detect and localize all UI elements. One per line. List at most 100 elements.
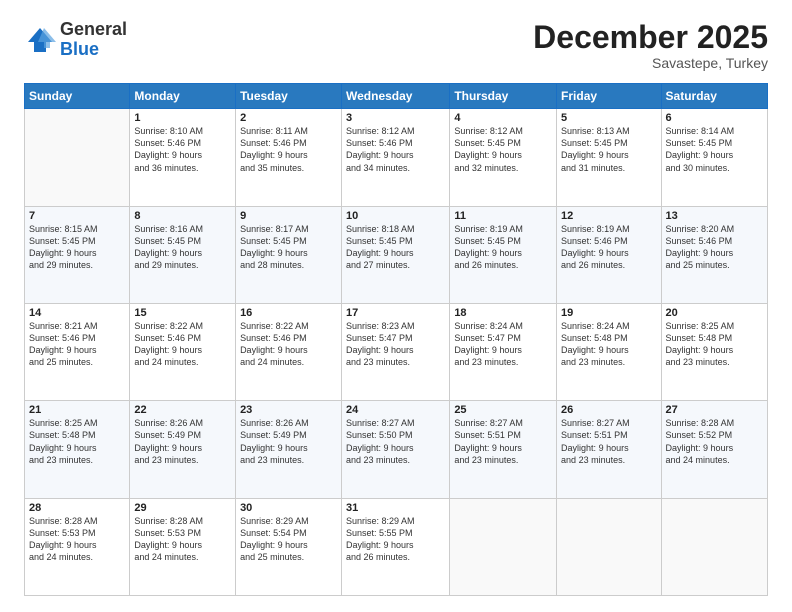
day-number: 28 (29, 502, 125, 514)
calendar-cell: 12Sunrise: 8:19 AM Sunset: 5:46 PM Dayli… (557, 206, 661, 303)
day-content: Sunrise: 8:27 AM Sunset: 5:51 PM Dayligh… (561, 417, 656, 466)
day-content: Sunrise: 8:26 AM Sunset: 5:49 PM Dayligh… (240, 417, 337, 466)
calendar-cell: 28Sunrise: 8:28 AM Sunset: 5:53 PM Dayli… (25, 498, 130, 595)
calendar-cell: 3Sunrise: 8:12 AM Sunset: 5:46 PM Daylig… (342, 109, 450, 206)
week-row-2: 14Sunrise: 8:21 AM Sunset: 5:46 PM Dayli… (25, 303, 768, 400)
week-row-3: 21Sunrise: 8:25 AM Sunset: 5:48 PM Dayli… (25, 401, 768, 498)
calendar-cell: 30Sunrise: 8:29 AM Sunset: 5:54 PM Dayli… (236, 498, 342, 595)
day-content: Sunrise: 8:28 AM Sunset: 5:53 PM Dayligh… (134, 515, 231, 564)
calendar-cell: 20Sunrise: 8:25 AM Sunset: 5:48 PM Dayli… (661, 303, 767, 400)
day-content: Sunrise: 8:27 AM Sunset: 5:50 PM Dayligh… (346, 417, 445, 466)
calendar-cell: 23Sunrise: 8:26 AM Sunset: 5:49 PM Dayli… (236, 401, 342, 498)
day-content: Sunrise: 8:25 AM Sunset: 5:48 PM Dayligh… (666, 320, 763, 369)
day-content: Sunrise: 8:13 AM Sunset: 5:45 PM Dayligh… (561, 125, 656, 174)
month-title: December 2025 (533, 20, 768, 55)
calendar-cell (661, 498, 767, 595)
day-content: Sunrise: 8:28 AM Sunset: 5:52 PM Dayligh… (666, 417, 763, 466)
day-number: 24 (346, 404, 445, 416)
day-number: 26 (561, 404, 656, 416)
day-content: Sunrise: 8:21 AM Sunset: 5:46 PM Dayligh… (29, 320, 125, 369)
calendar-cell: 22Sunrise: 8:26 AM Sunset: 5:49 PM Dayli… (130, 401, 236, 498)
calendar-cell (450, 498, 557, 595)
logo-blue: Blue (60, 40, 127, 60)
calendar-cell: 26Sunrise: 8:27 AM Sunset: 5:51 PM Dayli… (557, 401, 661, 498)
calendar-cell (557, 498, 661, 595)
calendar-cell: 2Sunrise: 8:11 AM Sunset: 5:46 PM Daylig… (236, 109, 342, 206)
day-content: Sunrise: 8:18 AM Sunset: 5:45 PM Dayligh… (346, 223, 445, 272)
day-number: 10 (346, 210, 445, 222)
day-number: 20 (666, 307, 763, 319)
day-content: Sunrise: 8:24 AM Sunset: 5:47 PM Dayligh… (454, 320, 552, 369)
day-content: Sunrise: 8:29 AM Sunset: 5:54 PM Dayligh… (240, 515, 337, 564)
day-number: 7 (29, 210, 125, 222)
calendar-cell: 11Sunrise: 8:19 AM Sunset: 5:45 PM Dayli… (450, 206, 557, 303)
day-content: Sunrise: 8:12 AM Sunset: 5:45 PM Dayligh… (454, 125, 552, 174)
day-number: 27 (666, 404, 763, 416)
day-number: 31 (346, 502, 445, 514)
calendar-cell: 14Sunrise: 8:21 AM Sunset: 5:46 PM Dayli… (25, 303, 130, 400)
day-number: 3 (346, 112, 445, 124)
calendar-cell: 1Sunrise: 8:10 AM Sunset: 5:46 PM Daylig… (130, 109, 236, 206)
day-content: Sunrise: 8:19 AM Sunset: 5:46 PM Dayligh… (561, 223, 656, 272)
col-wednesday: Wednesday (342, 84, 450, 109)
calendar-cell: 31Sunrise: 8:29 AM Sunset: 5:55 PM Dayli… (342, 498, 450, 595)
day-number: 4 (454, 112, 552, 124)
day-number: 13 (666, 210, 763, 222)
day-content: Sunrise: 8:16 AM Sunset: 5:45 PM Dayligh… (134, 223, 231, 272)
logo-general: General (60, 20, 127, 40)
calendar-cell: 21Sunrise: 8:25 AM Sunset: 5:48 PM Dayli… (25, 401, 130, 498)
day-number: 5 (561, 112, 656, 124)
day-number: 11 (454, 210, 552, 222)
calendar-cell: 9Sunrise: 8:17 AM Sunset: 5:45 PM Daylig… (236, 206, 342, 303)
day-number: 6 (666, 112, 763, 124)
day-content: Sunrise: 8:28 AM Sunset: 5:53 PM Dayligh… (29, 515, 125, 564)
calendar-cell: 6Sunrise: 8:14 AM Sunset: 5:45 PM Daylig… (661, 109, 767, 206)
calendar-cell: 19Sunrise: 8:24 AM Sunset: 5:48 PM Dayli… (557, 303, 661, 400)
calendar-cell: 24Sunrise: 8:27 AM Sunset: 5:50 PM Dayli… (342, 401, 450, 498)
calendar-cell (25, 109, 130, 206)
day-number: 16 (240, 307, 337, 319)
title-block: December 2025 Savastepe, Turkey (533, 20, 768, 71)
day-number: 2 (240, 112, 337, 124)
day-number: 8 (134, 210, 231, 222)
col-sunday: Sunday (25, 84, 130, 109)
week-row-4: 28Sunrise: 8:28 AM Sunset: 5:53 PM Dayli… (25, 498, 768, 595)
day-number: 21 (29, 404, 125, 416)
day-content: Sunrise: 8:29 AM Sunset: 5:55 PM Dayligh… (346, 515, 445, 564)
col-thursday: Thursday (450, 84, 557, 109)
calendar-cell: 25Sunrise: 8:27 AM Sunset: 5:51 PM Dayli… (450, 401, 557, 498)
logo-text: General Blue (60, 20, 127, 60)
day-number: 22 (134, 404, 231, 416)
calendar-cell: 10Sunrise: 8:18 AM Sunset: 5:45 PM Dayli… (342, 206, 450, 303)
calendar-cell: 8Sunrise: 8:16 AM Sunset: 5:45 PM Daylig… (130, 206, 236, 303)
day-content: Sunrise: 8:14 AM Sunset: 5:45 PM Dayligh… (666, 125, 763, 174)
day-number: 17 (346, 307, 445, 319)
logo-icon (24, 24, 56, 56)
day-number: 15 (134, 307, 231, 319)
col-saturday: Saturday (661, 84, 767, 109)
day-content: Sunrise: 8:25 AM Sunset: 5:48 PM Dayligh… (29, 417, 125, 466)
day-content: Sunrise: 8:12 AM Sunset: 5:46 PM Dayligh… (346, 125, 445, 174)
day-content: Sunrise: 8:19 AM Sunset: 5:45 PM Dayligh… (454, 223, 552, 272)
calendar-cell: 13Sunrise: 8:20 AM Sunset: 5:46 PM Dayli… (661, 206, 767, 303)
col-monday: Monday (130, 84, 236, 109)
day-number: 23 (240, 404, 337, 416)
col-tuesday: Tuesday (236, 84, 342, 109)
calendar-cell: 4Sunrise: 8:12 AM Sunset: 5:45 PM Daylig… (450, 109, 557, 206)
col-friday: Friday (557, 84, 661, 109)
day-number: 14 (29, 307, 125, 319)
header: General Blue December 2025 Savastepe, Tu… (24, 20, 768, 71)
day-content: Sunrise: 8:17 AM Sunset: 5:45 PM Dayligh… (240, 223, 337, 272)
day-content: Sunrise: 8:22 AM Sunset: 5:46 PM Dayligh… (134, 320, 231, 369)
calendar-cell: 5Sunrise: 8:13 AM Sunset: 5:45 PM Daylig… (557, 109, 661, 206)
day-content: Sunrise: 8:24 AM Sunset: 5:48 PM Dayligh… (561, 320, 656, 369)
header-row: Sunday Monday Tuesday Wednesday Thursday… (25, 84, 768, 109)
day-content: Sunrise: 8:22 AM Sunset: 5:46 PM Dayligh… (240, 320, 337, 369)
day-number: 18 (454, 307, 552, 319)
day-content: Sunrise: 8:10 AM Sunset: 5:46 PM Dayligh… (134, 125, 231, 174)
logo: General Blue (24, 20, 127, 60)
day-number: 12 (561, 210, 656, 222)
day-number: 9 (240, 210, 337, 222)
page: General Blue December 2025 Savastepe, Tu… (0, 0, 792, 612)
week-row-1: 7Sunrise: 8:15 AM Sunset: 5:45 PM Daylig… (25, 206, 768, 303)
